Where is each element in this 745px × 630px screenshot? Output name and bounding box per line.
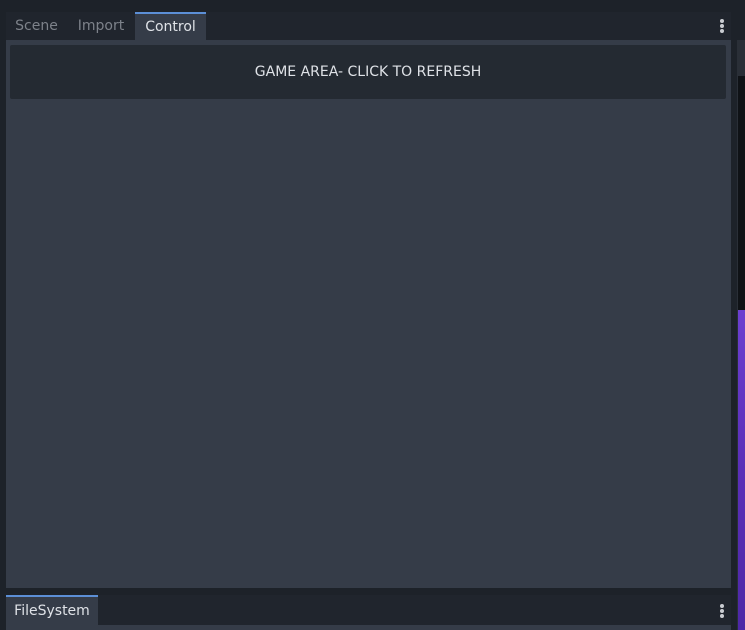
kebab-menu-icon[interactable] <box>714 12 730 40</box>
tab-control[interactable]: Control <box>135 12 206 40</box>
bottom-dock-tabbar: FileSystem <box>6 595 731 625</box>
viewport-purple-region <box>738 310 745 630</box>
editor-window: Scene Import Control GAME AREA- CLICK TO… <box>0 0 745 630</box>
top-dock: Scene Import Control GAME AREA- CLICK TO… <box>6 12 731 588</box>
bottom-dock: FileSystem <box>6 595 731 630</box>
game-area-refresh-button[interactable]: GAME AREA- CLICK TO REFRESH <box>10 45 726 99</box>
kebab-menu-icon[interactable] <box>714 597 730 625</box>
tab-import[interactable]: Import <box>67 12 135 40</box>
viewport-edge <box>737 40 745 630</box>
filesystem-panel <box>6 625 731 630</box>
tab-filesystem[interactable]: FileSystem <box>6 595 98 625</box>
control-panel: GAME AREA- CLICK TO REFRESH <box>6 40 731 588</box>
top-dock-tabbar: Scene Import Control <box>6 12 731 40</box>
tab-scene[interactable]: Scene <box>6 12 67 40</box>
